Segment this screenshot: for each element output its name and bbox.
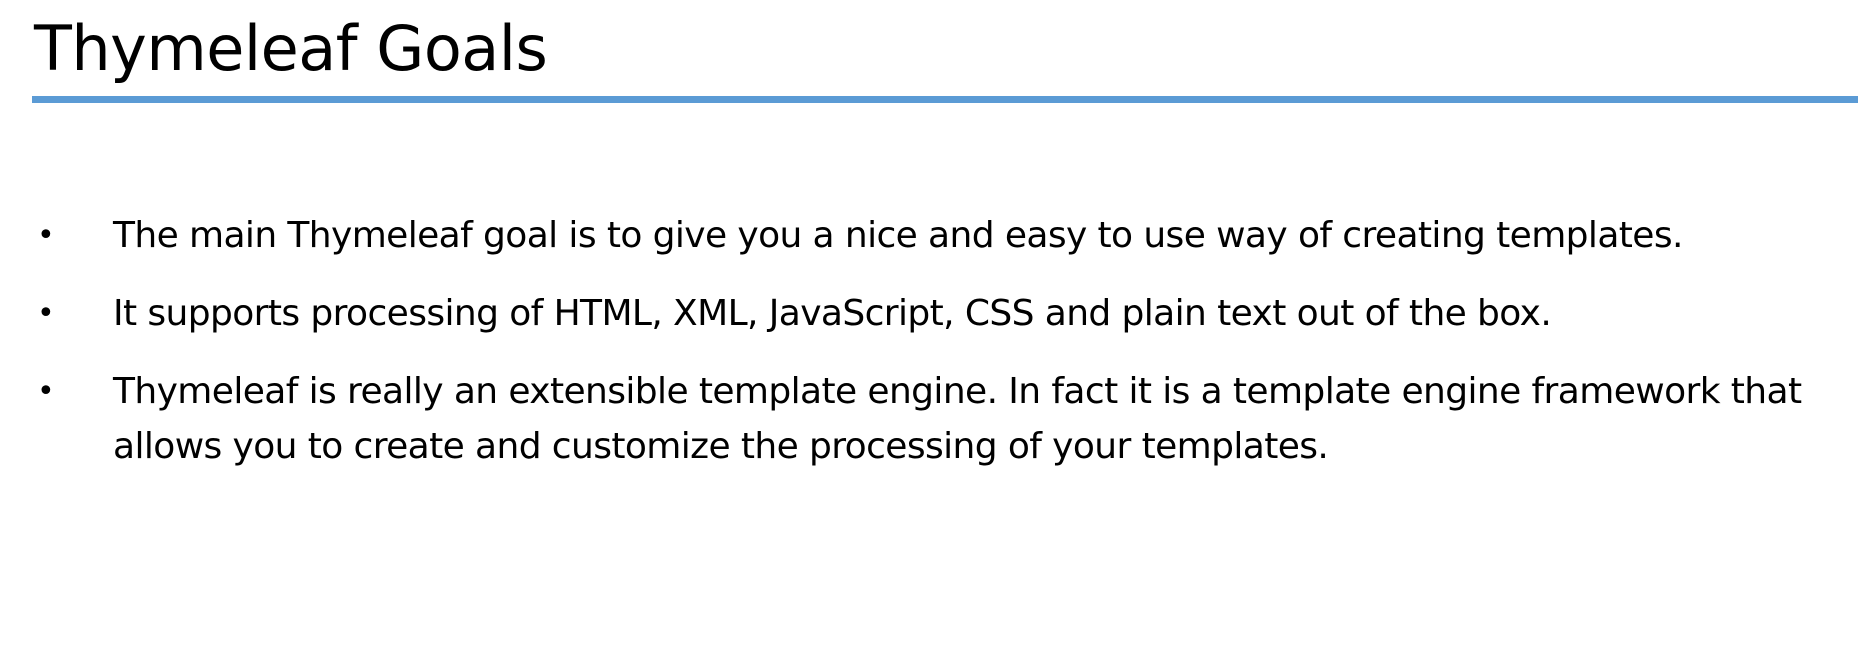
bullet-dot-icon: • bbox=[37, 374, 55, 409]
bullet-list: • The main Thymeleaf goal is to give you… bbox=[0, 208, 1869, 497]
bullet-text: The main Thymeleaf goal is to give you a… bbox=[113, 215, 1683, 256]
bullet-item-main-goal: • The main Thymeleaf goal is to give you… bbox=[0, 208, 1869, 263]
bullet-item-supported-formats: • It supports processing of HTML, XML, J… bbox=[0, 286, 1869, 341]
bullet-text: It supports processing of HTML, XML, Jav… bbox=[113, 293, 1552, 334]
bullet-dot-icon: • bbox=[37, 296, 55, 331]
title-underline-rule bbox=[32, 96, 1858, 103]
bullet-dot-icon: • bbox=[37, 218, 55, 253]
slide-title: Thymeleaf Goals bbox=[34, 12, 548, 85]
bullet-text: Thymeleaf is really an extensible templa… bbox=[113, 371, 1802, 467]
bullet-item-extensible-engine: • Thymeleaf is really an extensible temp… bbox=[0, 364, 1869, 474]
slide: Thymeleaf Goals • The main Thymeleaf goa… bbox=[0, 0, 1869, 663]
